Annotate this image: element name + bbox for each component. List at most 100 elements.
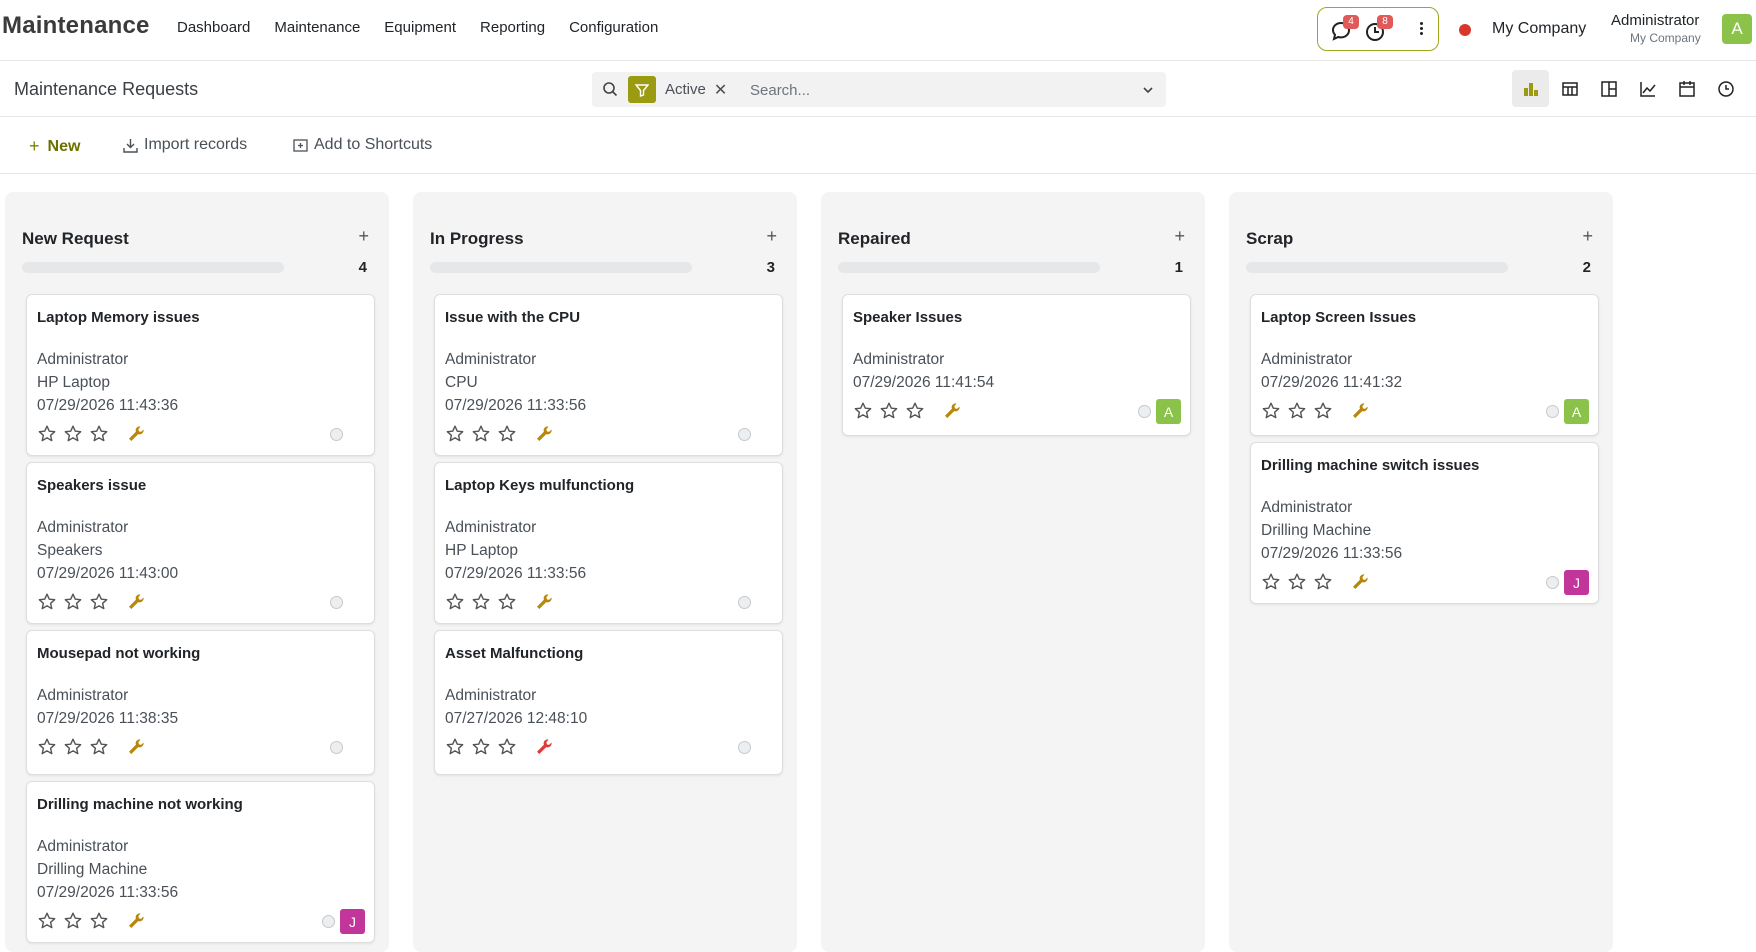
search-icon[interactable] (602, 81, 618, 102)
wrench-icon[interactable] (1351, 402, 1369, 425)
assignee-avatar[interactable]: J (340, 909, 365, 934)
kanban-state-icon[interactable] (330, 741, 343, 754)
star-icon[interactable] (1261, 401, 1287, 421)
company-switcher[interactable]: My Company (1492, 20, 1586, 38)
menu-equipment[interactable]: Equipment (384, 19, 456, 36)
remove-facet-icon[interactable]: ✕ (714, 80, 727, 100)
wrench-icon[interactable] (127, 738, 145, 761)
add-card-icon[interactable]: + (1582, 226, 1593, 247)
star-icon[interactable] (1313, 401, 1339, 421)
wrench-icon[interactable] (535, 593, 553, 616)
column-title[interactable]: Scrap (1246, 229, 1293, 249)
search-input[interactable] (750, 78, 1130, 102)
column-title[interactable]: Repaired (838, 229, 911, 249)
star-icon[interactable] (1287, 401, 1313, 421)
star-icon[interactable] (471, 592, 497, 612)
kanban-state-icon[interactable] (738, 596, 751, 609)
kanban-state-icon[interactable] (1138, 405, 1151, 418)
wrench-icon[interactable] (943, 402, 961, 425)
more-options-icon[interactable] (1416, 20, 1426, 40)
app-brand[interactable]: Maintenance (2, 12, 150, 40)
wrench-icon[interactable] (127, 912, 145, 935)
star-icon[interactable] (1261, 572, 1287, 592)
add-card-icon[interactable]: + (766, 226, 777, 247)
star-icon[interactable] (445, 737, 471, 757)
star-icon[interactable] (63, 424, 89, 444)
star-icon[interactable] (37, 592, 63, 612)
calendar-view-icon[interactable] (1668, 70, 1705, 107)
kanban-state-icon[interactable] (1546, 576, 1559, 589)
star-icon[interactable] (89, 911, 115, 931)
kanban-state-icon[interactable] (738, 741, 751, 754)
add-to-shortcuts-button[interactable]: Add to Shortcuts (293, 136, 432, 154)
column-progress-bar (838, 262, 1100, 273)
priority-stars (37, 737, 115, 757)
star-icon[interactable] (89, 424, 115, 444)
menu-dashboard[interactable]: Dashboard (177, 19, 250, 36)
kanban-card[interactable]: Speaker Issues Administrator 07/29/2026 11… (842, 294, 1191, 436)
kanban-card[interactable]: Drilling machine switch issues Administra… (1250, 442, 1599, 604)
add-card-icon[interactable]: + (1174, 226, 1185, 247)
star-icon[interactable] (497, 592, 523, 612)
star-icon[interactable] (1313, 572, 1339, 592)
star-icon[interactable] (63, 592, 89, 612)
star-icon[interactable] (63, 911, 89, 931)
kanban-card[interactable]: Drilling machine not working Administrato… (26, 781, 375, 943)
assignee-avatar[interactable]: A (1564, 399, 1589, 424)
import-records-button[interactable]: Import records (123, 136, 247, 154)
star-icon[interactable] (37, 911, 63, 931)
messages-icon[interactable]: 4 (1330, 15, 1359, 42)
chevron-down-icon[interactable] (1142, 83, 1154, 101)
kanban-card[interactable]: Laptop Keys mulfunctiong Administrator HP … (434, 462, 783, 624)
pivot-view-icon[interactable] (1590, 70, 1627, 107)
kanban-view-icon[interactable] (1512, 70, 1549, 107)
star-icon[interactable] (905, 401, 931, 421)
kanban-card[interactable]: Mousepad not working Administrator 07/29/2… (26, 630, 375, 775)
kanban-state-icon[interactable] (738, 428, 751, 441)
star-icon[interactable] (1287, 572, 1313, 592)
kanban-card[interactable]: Asset Malfunctiong Administrator 07/27/202… (434, 630, 783, 775)
menu-reporting[interactable]: Reporting (480, 19, 545, 36)
priority-stars (37, 424, 115, 444)
activities-icon[interactable]: 8 (1364, 15, 1393, 42)
wrench-icon[interactable] (535, 738, 553, 761)
star-icon[interactable] (445, 424, 471, 444)
assignee-avatar[interactable]: A (1156, 399, 1181, 424)
kanban-card[interactable]: Speakers issue Administrator Speakers 07/29… (26, 462, 375, 624)
wrench-icon[interactable] (535, 425, 553, 448)
star-icon[interactable] (89, 592, 115, 612)
star-icon[interactable] (63, 737, 89, 757)
new-button[interactable]: + New (29, 136, 80, 157)
kanban-card[interactable]: Laptop Screen Issues Administrator 07/29/2… (1250, 294, 1599, 436)
kanban-state-icon[interactable] (330, 596, 343, 609)
kanban-state-icon[interactable] (1546, 405, 1559, 418)
user-avatar[interactable]: A (1722, 14, 1752, 44)
wrench-icon[interactable] (127, 425, 145, 448)
kanban-state-icon[interactable] (322, 915, 335, 928)
star-icon[interactable] (37, 424, 63, 444)
star-icon[interactable] (497, 424, 523, 444)
wrench-icon[interactable] (127, 593, 145, 616)
star-icon[interactable] (497, 737, 523, 757)
star-icon[interactable] (471, 424, 497, 444)
star-icon[interactable] (471, 737, 497, 757)
add-card-icon[interactable]: + (358, 226, 369, 247)
kanban-card[interactable]: Laptop Memory issues Administrator HP Lapt… (26, 294, 375, 456)
star-icon[interactable] (879, 401, 905, 421)
kanban-state-icon[interactable] (330, 428, 343, 441)
column-title[interactable]: In Progress (430, 229, 524, 249)
activity-view-icon[interactable] (1707, 70, 1744, 107)
user-name[interactable]: Administrator (1611, 12, 1699, 29)
assignee-avatar[interactable]: J (1564, 570, 1589, 595)
menu-configuration[interactable]: Configuration (569, 19, 658, 36)
list-view-icon[interactable] (1551, 70, 1588, 107)
star-icon[interactable] (445, 592, 471, 612)
kanban-card[interactable]: Issue with the CPU Administrator CPU 07/29/… (434, 294, 783, 456)
wrench-icon[interactable] (1351, 573, 1369, 596)
graph-view-icon[interactable] (1629, 70, 1666, 107)
menu-maintenance[interactable]: Maintenance (274, 19, 360, 36)
star-icon[interactable] (853, 401, 879, 421)
star-icon[interactable] (37, 737, 63, 757)
column-title[interactable]: New Request (22, 229, 129, 249)
star-icon[interactable] (89, 737, 115, 757)
